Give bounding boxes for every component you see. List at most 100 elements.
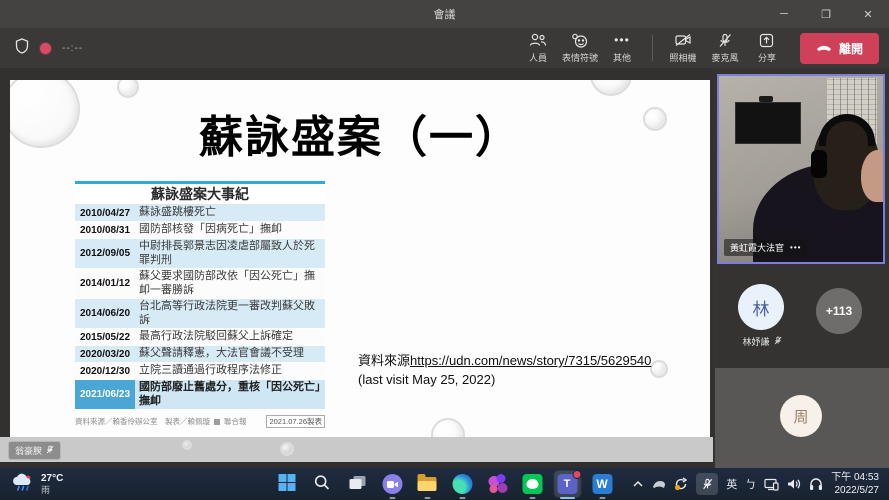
- tray-mic-muted-button[interactable]: [696, 473, 718, 495]
- word-app-icon: W: [592, 474, 612, 494]
- avatar-initial: 周: [793, 406, 808, 427]
- leave-meeting-button[interactable]: 離開: [800, 33, 879, 64]
- table-row-highlighted: 2021/06/23 國防部廢止舊處分，重核「因公死亡」撫卹: [75, 380, 325, 410]
- table-row: 2014/06/20 台北高等行政法院更一審改判蘇父敗訴: [75, 299, 325, 329]
- row-date: 2020/03/20: [75, 346, 135, 362]
- more-dots-icon: •••: [614, 33, 630, 48]
- chat-app-button[interactable]: [379, 471, 405, 497]
- photos-app-button[interactable]: [484, 471, 510, 497]
- presenter-device-icon[interactable]: [652, 479, 666, 489]
- line-app-icon: [522, 474, 542, 494]
- hidden-icons-chevron[interactable]: [632, 480, 644, 488]
- file-explorer-icon: [418, 477, 437, 491]
- notification-dot: [572, 470, 581, 479]
- emoji-icon: [571, 33, 588, 48]
- window-titlebar[interactable]: 會議 ─ ❐ ✕: [0, 0, 889, 28]
- decorative-bubble: [590, 80, 632, 96]
- decorative-bubble: [182, 440, 192, 450]
- emoji-button[interactable]: 表情符號: [559, 33, 601, 64]
- file-explorer-button[interactable]: [414, 471, 440, 497]
- minimize-button[interactable]: ─: [763, 0, 805, 28]
- overflow-count: +113: [826, 304, 852, 318]
- share-icon: [759, 33, 774, 48]
- volume-icon[interactable]: [787, 478, 801, 490]
- participant-avatar-zhou: 周: [780, 395, 822, 437]
- participant-avatar-lin[interactable]: 林: [738, 284, 784, 330]
- start-button[interactable]: [274, 471, 300, 497]
- weather-widget[interactable]: 27°C 雨: [0, 473, 63, 496]
- table-date-stamp: 2021.07.26製表: [266, 415, 325, 428]
- shared-slide: 蘇詠盛案（一） 蘇詠盛案大事紀 2010/04/27 蘇詠盛跳樓死亡 2010/…: [10, 80, 710, 437]
- table-row: 2015/05/22 最高行政法院駁回蘇父上訴確定: [75, 329, 325, 346]
- line-app-button[interactable]: [519, 471, 545, 497]
- sync-update-icon[interactable]: [674, 477, 688, 491]
- decorative-bubble: [643, 107, 667, 131]
- avatar-initial: 林: [753, 295, 770, 320]
- clock-time: 下午 04:53: [831, 471, 879, 484]
- share-bottom-strip: 翁豪腴: [0, 437, 713, 462]
- row-event: 國防部廢止舊處分，重核「因公死亡」撫卹: [135, 380, 325, 409]
- chat-camera-icon: [382, 474, 402, 494]
- table-row: 2012/09/05 中尉排長郭景志因凌虐部屬致人於死罪判刑: [75, 239, 325, 269]
- audio-headset-icon[interactable]: [809, 478, 823, 491]
- task-view-button[interactable]: [344, 471, 370, 497]
- record-indicator-icon: [40, 43, 51, 54]
- more-button[interactable]: ••• 其他: [601, 33, 643, 64]
- decorative-bubble: [431, 418, 465, 437]
- meeting-app-window: 會議 ─ ❐ ✕ --:-- 人員: [0, 0, 889, 500]
- camera-label: 照相機: [669, 51, 696, 64]
- speaker-name-chip: 黃虹霞大法官 •••: [724, 239, 807, 256]
- row-date: 2012/09/05: [75, 239, 135, 268]
- table-row: 2020/03/20 蘇父聲請釋憲，大法官會議不受理: [75, 346, 325, 363]
- share-button[interactable]: 分享: [746, 33, 788, 64]
- table-row: 2020/12/30 立院三讀通過行政程序法修正: [75, 363, 325, 380]
- row-event: 蘇父要求國防部改依「因公死亡」撫卹一審勝訴: [135, 269, 325, 298]
- system-tray: 英 ㄅ 下午 04:53 2022/5/27: [632, 471, 889, 497]
- speaker-face-shape: [861, 150, 885, 202]
- taskbar-clock[interactable]: 下午 04:53 2022/5/27: [831, 471, 879, 497]
- table-title: 蘇詠盛案大事紀: [75, 184, 325, 205]
- newspaper-logo-icon: [214, 419, 220, 425]
- mic-off-icon: [718, 33, 732, 48]
- people-label: 人員: [529, 51, 547, 64]
- weather-condition: 雨: [41, 485, 63, 496]
- row-date: 2014/06/20: [75, 299, 135, 328]
- ime-shape-indicator[interactable]: ㄅ: [745, 476, 756, 492]
- table-row: 2010/08/31 國防部核發「因病死亡」撫卹: [75, 222, 325, 239]
- ime-language-indicator[interactable]: 英: [726, 476, 737, 492]
- table-source-credit: 資料來源／賴香伶辦公室 製表／賴佩璇: [75, 416, 210, 427]
- window-controls: ─ ❐ ✕: [763, 0, 889, 28]
- cast-display-icon[interactable]: [764, 478, 779, 491]
- speaker-video-tile[interactable]: 黃虹霞大法官 •••: [717, 74, 885, 264]
- source-url-link: https://udn.com/news/story/7315/5629540: [410, 353, 651, 368]
- participant-video-tile-zhou[interactable]: 周: [715, 368, 889, 468]
- camera-toggle-button[interactable]: 照相機: [662, 33, 704, 64]
- search-icon: [314, 474, 331, 494]
- row-event: 國防部核發「因病死亡」撫卹: [135, 222, 325, 238]
- row-date: 2021/06/23: [75, 380, 135, 409]
- windows-logo-icon: [279, 474, 296, 494]
- table-footer: 資料來源／賴香伶辦公室 製表／賴佩璇 聯合報 2021.07.26製表: [75, 415, 325, 428]
- teams-app-button[interactable]: T: [554, 471, 580, 497]
- wall-tv-shape: [735, 102, 801, 144]
- photos-app-icon: [487, 474, 507, 494]
- share-label: 分享: [758, 51, 776, 64]
- toolbar-actions: 人員 表情符號 ••• 其他 照相機: [517, 33, 889, 64]
- word-app-button[interactable]: W: [589, 471, 615, 497]
- maximize-button[interactable]: ❐: [805, 0, 847, 28]
- participant-name: 林妤謙: [742, 335, 769, 348]
- headphones-cup-shape: [811, 150, 827, 178]
- table-row: 2014/01/12 蘇父要求國防部改依「因公死亡」撫卹一審勝訴: [75, 269, 325, 299]
- row-event: 最高行政法院駁回蘇父上訴確定: [135, 329, 325, 345]
- taskbar-app-icons: T W: [274, 471, 615, 497]
- speaker-more-options[interactable]: •••: [790, 243, 801, 252]
- people-button[interactable]: 人員: [517, 33, 559, 64]
- mic-label: 麥克風: [711, 51, 738, 64]
- mic-toggle-button[interactable]: 麥克風: [704, 33, 746, 64]
- participant-overflow-count[interactable]: +113: [816, 288, 862, 334]
- close-button[interactable]: ✕: [847, 0, 889, 28]
- shield-icon: [15, 38, 29, 59]
- decorative-bubble: [117, 80, 139, 98]
- edge-browser-button[interactable]: [449, 471, 475, 497]
- search-button[interactable]: [309, 471, 335, 497]
